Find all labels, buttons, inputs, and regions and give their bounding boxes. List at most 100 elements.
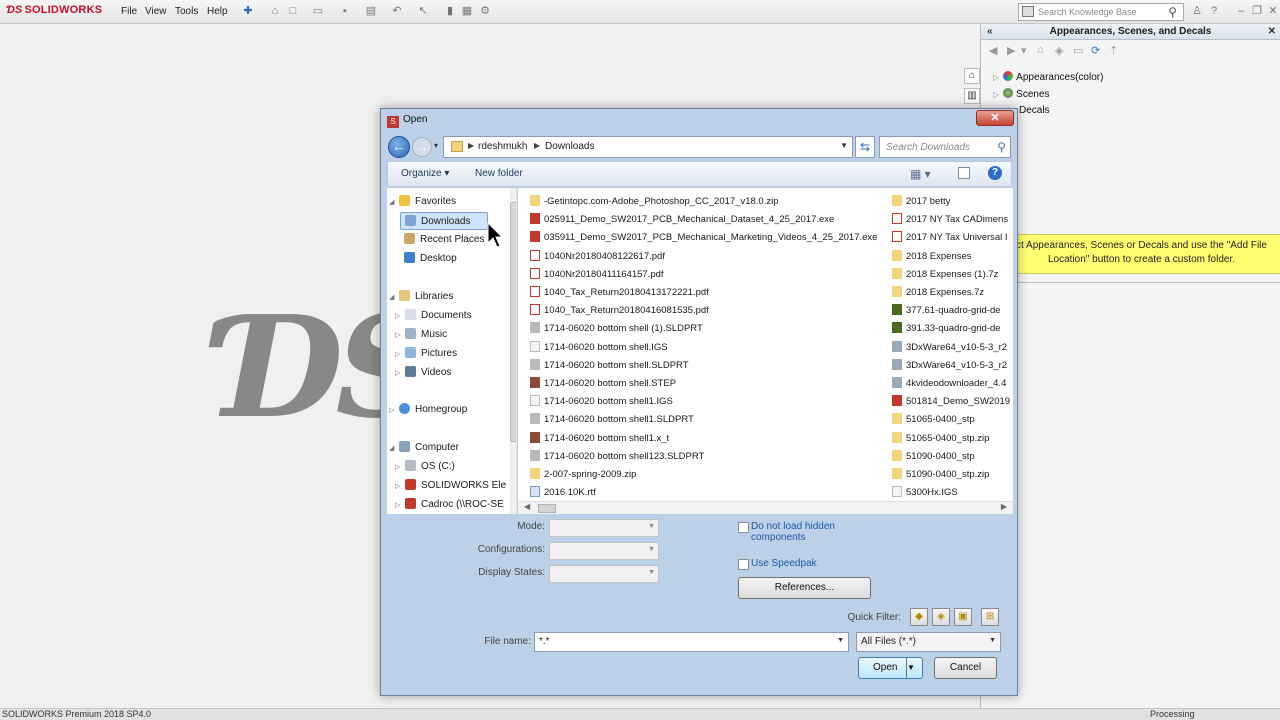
- file-properties-icon[interactable]: ▦: [460, 4, 474, 18]
- file-item[interactable]: 2018 Expenses.7z: [892, 284, 1013, 302]
- file-item[interactable]: 51090-0400_stp.zip: [892, 466, 1013, 484]
- delete-tab-icon[interactable]: ▥: [964, 88, 980, 104]
- knowledge-base-search-input[interactable]: Search Knowledge Base ⚲: [1018, 3, 1184, 21]
- file-type-select[interactable]: All Files (*.*) ▼: [856, 632, 1001, 652]
- file-item[interactable]: 391.33-quadro-grid-de: [892, 320, 1013, 338]
- open-folder-icon[interactable]: ▭: [311, 4, 325, 18]
- chevron-down-icon[interactable]: ▼: [989, 637, 996, 644]
- file-item[interactable]: 51065-0400_stp: [892, 411, 1013, 429]
- chevron-down-icon[interactable]: ▼: [840, 141, 848, 150]
- breadcrumb-downloads[interactable]: Downloads: [545, 141, 594, 152]
- tree-item-scenes[interactable]: ▷ Scenes: [993, 88, 1050, 100]
- filter-assemblies-icon[interactable]: ◈: [932, 608, 950, 626]
- nav-documents[interactable]: ▷ Documents: [395, 307, 472, 325]
- file-item[interactable]: 1714-06020 bottom shell1.x_t: [530, 430, 880, 448]
- user-icon[interactable]: ♙: [1190, 4, 1204, 18]
- home-tab-icon[interactable]: ⌂: [964, 68, 980, 84]
- nav-solidworks-electrical[interactable]: ▷ SOLIDWORKS Ele: [395, 477, 506, 495]
- nav-homegroup[interactable]: ▷ Homegroup: [389, 401, 467, 419]
- forward-button[interactable]: →: [412, 137, 432, 157]
- file-item[interactable]: 3DxWare64_v10-5-3_r2: [892, 339, 1013, 357]
- file-item[interactable]: 377.61-quadro-grid-de: [892, 302, 1013, 320]
- organize-button[interactable]: Organize ▾: [401, 168, 449, 179]
- add-location-icon[interactable]: ◈: [1055, 44, 1063, 57]
- nav-desktop[interactable]: Desktop: [404, 250, 457, 268]
- cancel-button[interactable]: Cancel: [934, 657, 997, 679]
- home-icon[interactable]: ⌂: [1037, 44, 1044, 56]
- change-view-icon[interactable]: ▦ ▾: [910, 167, 931, 181]
- nav-pictures[interactable]: ▷ Pictures: [395, 345, 457, 363]
- menu-tools[interactable]: Tools: [175, 6, 198, 17]
- scroll-right-icon[interactable]: ▶: [1001, 502, 1007, 511]
- scrollbar-thumb[interactable]: [538, 504, 556, 513]
- print-icon[interactable]: ▤: [364, 4, 378, 18]
- scroll-left-icon[interactable]: ◀: [524, 502, 530, 511]
- file-item[interactable]: 4kvideodownloader_4.4: [892, 375, 1013, 393]
- no-hidden-components-checkbox[interactable]: [738, 522, 749, 533]
- file-item[interactable]: 2-007-spring-2009.zip: [530, 466, 880, 484]
- nav-downloads[interactable]: Downloads: [400, 212, 488, 230]
- file-item[interactable]: 025911_Demo_SW2017_PCB_Mechanical_Datase…: [530, 211, 880, 229]
- solidworks-logo[interactable]: ƊS SOLIDWORKS: [6, 4, 102, 16]
- new-folder-button[interactable]: New folder: [475, 168, 523, 179]
- references-button[interactable]: References...: [738, 577, 871, 599]
- file-name-input[interactable]: *.* ▼: [534, 632, 849, 652]
- nav-music[interactable]: ▷ Music: [395, 326, 447, 344]
- use-speedpak-checkbox[interactable]: [738, 559, 749, 570]
- tree-item-appearances[interactable]: ▷ Appearances(color): [993, 71, 1103, 83]
- search-input[interactable]: Search Downloads ⚲: [879, 136, 1011, 158]
- file-item[interactable]: 1714-06020 bottom shell1.SLDPRT: [530, 411, 880, 429]
- preview-pane-icon[interactable]: [958, 167, 970, 179]
- file-item[interactable]: 501814_Demo_SW2019: [892, 393, 1013, 411]
- file-item[interactable]: 1040_Tax_Return20180416081535.pdf: [530, 302, 880, 320]
- file-item[interactable]: 1714-06020 bottom shell (1).SLDPRT: [530, 320, 880, 338]
- back-button[interactable]: ←: [388, 136, 410, 158]
- help-icon[interactable]: ?: [1207, 4, 1221, 18]
- nav-libraries[interactable]: ◢ Libraries: [389, 288, 453, 306]
- nav-scrollbar[interactable]: [510, 188, 516, 514]
- new-document-icon[interactable]: □: [286, 4, 300, 18]
- file-item[interactable]: 2017 NY Tax CADimens: [892, 211, 1013, 229]
- folder-icon[interactable]: ▭: [1073, 44, 1083, 57]
- use-speedpak-label[interactable]: Use Speedpak: [751, 558, 817, 569]
- menu-help[interactable]: Help: [207, 6, 228, 17]
- chevron-right-icon[interactable]: ▶: [534, 141, 540, 150]
- select-icon[interactable]: ↖: [416, 4, 430, 18]
- file-item[interactable]: 1714-06020 bottom shell.STEP: [530, 375, 880, 393]
- chevron-down-icon[interactable]: ▼: [906, 658, 922, 678]
- file-item[interactable]: 1714-06020 bottom shell123.SLDPRT: [530, 448, 880, 466]
- nav-computer[interactable]: ◢ Computer: [389, 439, 459, 457]
- scrollbar-thumb[interactable]: [510, 202, 516, 442]
- forward-icon[interactable]: ▶: [1007, 44, 1015, 57]
- horizontal-scrollbar[interactable]: ◀ ▶: [518, 501, 1013, 514]
- file-item[interactable]: 1714-06020 bottom shell.IGS: [530, 339, 880, 357]
- file-item[interactable]: 1714-06020 bottom shell1.IGS: [530, 393, 880, 411]
- file-item[interactable]: 1040_Tax_Return20180413172221.pdf: [530, 284, 880, 302]
- undo-icon[interactable]: ↶: [390, 4, 404, 18]
- file-item[interactable]: 2017 NY Tax Universal I: [892, 229, 1013, 247]
- file-item[interactable]: -Getintopc.com-Adobe_Photoshop_CC_2017_v…: [530, 193, 880, 211]
- minimize-icon[interactable]: –: [1234, 4, 1248, 18]
- nav-os-drive[interactable]: ▷ OS (C:): [395, 458, 455, 476]
- refresh-icon[interactable]: ⟳: [1091, 44, 1100, 57]
- file-item[interactable]: 51090-0400_stp: [892, 448, 1013, 466]
- file-item[interactable]: 1040Nr20180411164157.pdf: [530, 266, 880, 284]
- close-icon[interactable]: ✕: [1266, 4, 1280, 18]
- address-bar[interactable]: ▶ rdeshmukh ▶ Downloads ▼: [443, 136, 853, 158]
- file-item[interactable]: 51065-0400_stp.zip: [892, 430, 1013, 448]
- file-item[interactable]: 1714-06020 bottom shell.SLDPRT: [530, 357, 880, 375]
- chevron-down-icon[interactable]: ▼: [837, 637, 844, 644]
- restore-icon[interactable]: ❐: [1250, 4, 1264, 18]
- filter-parts-icon[interactable]: ◆: [910, 608, 928, 626]
- search-icon[interactable]: ⚲: [1168, 5, 1177, 19]
- chevron-right-icon[interactable]: ▶: [468, 141, 474, 150]
- tree-item-decals[interactable]: Decals: [1019, 105, 1050, 116]
- up-icon[interactable]: ⇡: [1109, 44, 1118, 57]
- nav-videos[interactable]: ▷ Videos: [395, 364, 451, 382]
- collapse-icon[interactable]: «: [987, 24, 993, 40]
- nav-cadroc[interactable]: ▷ Cadroc (\\ROC-SE: [395, 496, 504, 514]
- dialog-close-button[interactable]: ✕: [976, 110, 1014, 126]
- nav-favorites[interactable]: ◢ Favorites: [389, 193, 456, 211]
- home-icon[interactable]: ⌂: [268, 4, 282, 18]
- save-icon[interactable]: ▪: [338, 4, 352, 18]
